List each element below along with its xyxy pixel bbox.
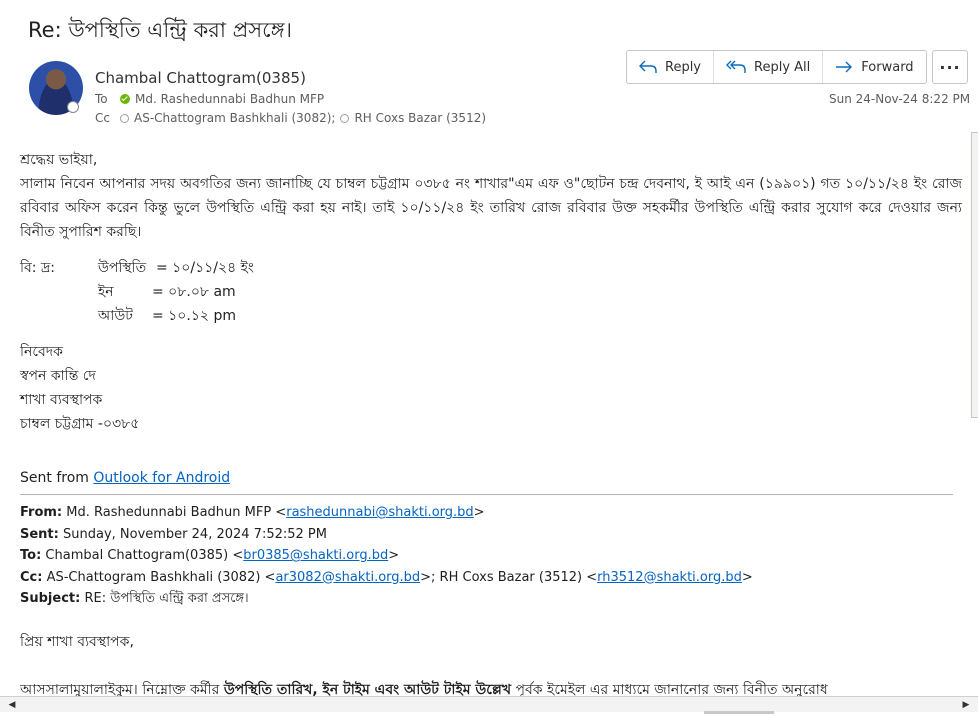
salutation: শ্রদ্ধেয় ভাইয়া, (20, 152, 98, 168)
cc-recipient[interactable]: AS-Chattogram Bashkhali (3082); (134, 111, 335, 125)
quoted-cc-separator: >; RH Coxs Bazar (3512) < (420, 569, 598, 585)
quoted-to-close: > (388, 548, 400, 563)
quoted-from-name: Md. Rashedunnabi Badhun MFP < (62, 505, 287, 520)
signature-line: স্বপন কান্তি দে (20, 368, 96, 384)
reply-icon (639, 60, 657, 73)
quote-divider (20, 494, 953, 495)
quoted-cc-close: > (741, 569, 753, 585)
quoted-cc-label: Cc: (20, 569, 43, 585)
to-recipient[interactable]: Md. Rashedunnabi Badhun MFP (135, 92, 324, 106)
quoted-from-label: From: (20, 505, 63, 520)
sent-from-prefix: Sent from (20, 470, 94, 486)
to-line: To Md. Rashedunnabi Badhun MFP (95, 92, 324, 106)
quoted-to-line: To: Chambal Chattogram(0385) <br0385@sha… (20, 545, 753, 567)
quoted-body-end: পূর্বক ইমেইল এর মাধ্যমে জানানোর জন্য বিন… (511, 682, 828, 696)
in-value: = ০৮.০৮ am (152, 284, 236, 300)
out-time-row: আউট = ১০.১২ pm (20, 304, 962, 328)
quoted-body-bold: উপস্থিতি তারিখ, ইন টাইম এবং আউট টাইম উল্… (223, 682, 512, 696)
quoted-body-line: আসসালামুয়ালাইকুম। নিম্নোক্ত কর্মীর উপস্… (20, 678, 962, 696)
attendance-value: = ১০/১১/২৪ ইং (156, 260, 254, 276)
quoted-cc-line: Cc: AS-Chattogram Bashkhali (3082) <ar30… (20, 567, 753, 589)
horizontal-scrollbar[interactable]: ◀ ▶ (0, 696, 978, 714)
scroll-right-icon[interactable]: ▶ (958, 697, 974, 712)
quoted-subject-label: Subject: (20, 591, 81, 606)
quoted-to-label: To: (20, 548, 42, 563)
presence-status-icon (67, 101, 79, 113)
forward-arrow-icon (836, 61, 853, 73)
body-paragraph: সালাম নিবেন আপনার সদয় অবগতির জন্য জানাচ… (20, 176, 962, 240)
forward-label: Forward (861, 59, 914, 75)
quoted-to-name: Chambal Chattogram(0385) < (41, 548, 244, 563)
sender-name[interactable]: Chambal Chattogram(0385) (95, 69, 306, 87)
quoted-sent-value: Sunday, November 24, 2024 7:52:52 PM (58, 526, 327, 542)
quoted-greeting: প্রিয় শাখা ব্যবস্থাপক, (20, 634, 134, 650)
available-status-icon (120, 94, 130, 104)
quoted-cc-name: AS-Chattogram Bashkhali (3082) < (42, 569, 276, 585)
quoted-from-line: From: Md. Rashedunnabi Badhun MFP <rashe… (20, 502, 753, 524)
note-row: বি: দ্র: উপস্থিতি = ১০/১১/২৪ ইং (20, 256, 962, 280)
quoted-header: From: Md. Rashedunnabi Badhun MFP <rashe… (20, 502, 753, 610)
sent-from-line: Sent from Outlook for Android (20, 470, 230, 486)
reply-all-button[interactable]: Reply All (714, 51, 824, 83)
more-actions-button[interactable]: ··· (932, 50, 968, 84)
email-subject: Re: উপস্থিতি এন্ট্রি করা প্রসঙ্গে। (28, 18, 293, 42)
scroll-left-icon[interactable]: ◀ (4, 697, 20, 712)
reply-button[interactable]: Reply (627, 51, 715, 83)
vertical-scrollbar[interactable] (971, 132, 978, 418)
received-date: Sun 24-Nov-24 8:22 PM (829, 92, 971, 106)
in-label: ইন (98, 284, 114, 300)
message-actions: Reply Reply All Forward (626, 50, 927, 84)
to-label: To (95, 92, 108, 106)
note-label: বি: দ্র: (20, 260, 55, 276)
in-time-row: ইন = ০৮.০৮ am (20, 280, 962, 304)
forward-button[interactable]: Forward (823, 51, 925, 83)
quoted-cc-email[interactable]: ar3082@shakti.org.bd (275, 570, 420, 585)
quoted-from-close: > (473, 505, 485, 520)
reply-all-label: Reply All (754, 59, 811, 75)
quoted-from-email[interactable]: rashedunnabi@shakti.org.bd (286, 505, 473, 520)
out-value: = ১০.১২ pm (152, 308, 236, 324)
quoted-sent-label: Sent: (20, 526, 59, 542)
quoted-sent-line: Sent: Sunday, November 24, 2024 7:52:52 … (20, 524, 753, 546)
quoted-body-start: আসসালামুয়ালাইকুম। নিম্নোক্ত কর্মীর (20, 682, 224, 696)
signature-line: শাখা ব্যবস্থাপক (20, 392, 103, 408)
cc-label: Cc (95, 111, 110, 125)
scrollbar-thumb[interactable] (704, 711, 774, 714)
quoted-subject-line: Subject: RE: উপস্থিতি এন্ট্রি করা প্রসঙ্… (20, 588, 753, 610)
reply-all-icon (726, 60, 746, 73)
quoted-to-email[interactable]: br0385@shakti.org.bd (243, 548, 388, 563)
reply-label: Reply (665, 59, 702, 75)
unknown-status-icon (340, 113, 350, 123)
message-body: শ্রদ্ধেয় ভাইয়া, সালাম নিবেন আপনার সদয়… (20, 148, 962, 436)
quoted-subject-value: RE: উপস্থিতি এন্ট্রি করা প্রসঙ্গে। (80, 591, 249, 606)
unknown-status-icon (120, 113, 129, 123)
cc-recipient[interactable]: RH Coxs Bazar (3512) (354, 111, 486, 125)
attendance-label: উপস্থিতি (98, 260, 147, 276)
quoted-cc-email[interactable]: rh3512@shakti.org.bd (597, 570, 742, 585)
out-label: আউট (98, 308, 133, 324)
cc-line: Cc AS-Chattogram Bashkhali (3082); RH Co… (95, 111, 486, 125)
signature-line: নিবেদক (20, 344, 63, 360)
outlook-android-link[interactable]: Outlook for Android (93, 470, 230, 486)
signature-line: চাম্বল চট্টগ্রাম -০৩৮৫ (20, 416, 140, 432)
